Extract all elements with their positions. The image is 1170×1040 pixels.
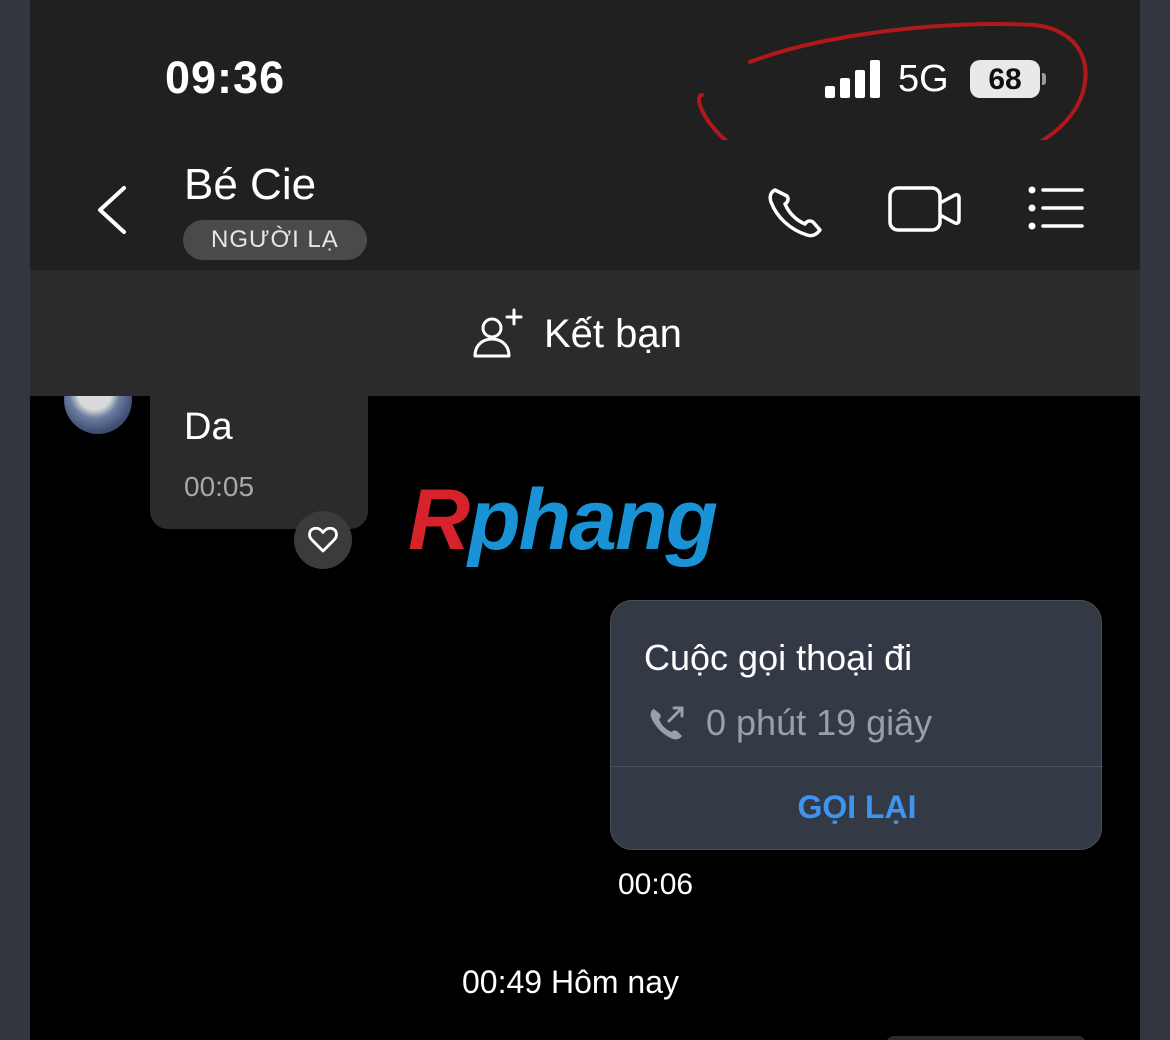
status-time: 09:36 [165,52,286,103]
heart-icon [308,526,338,553]
signal-icon [825,60,885,98]
next-message-bubble[interactable] [886,1036,1086,1040]
call-back-button[interactable]: GỌI LẠI [611,789,1103,826]
network-type: 5G [898,58,949,100]
incoming-message-bubble[interactable]: Da 00:05 [150,396,368,529]
video-camera-icon [888,186,961,232]
divider [611,766,1103,767]
date-separator: 00:49 Hôm nay [462,964,680,1000]
add-person-icon [473,308,523,358]
battery-nub [1042,73,1046,85]
add-friend-button[interactable]: Kết bạn [470,306,682,362]
menu-button[interactable] [1025,183,1095,243]
watermark-logo: Rphang [408,472,718,568]
call-card[interactable]: Cuộc gọi thoại đi 0 phút 19 giây GỌI LẠI [610,600,1103,850]
stranger-badge: NGƯỜI LẠ [183,220,367,260]
menu-list-icon [1028,186,1084,230]
add-friend-bar: Kết bạn [30,270,1140,396]
video-call-button[interactable] [887,183,961,243]
back-icon [98,186,126,234]
call-duration: 0 phút 19 giây [706,702,933,743]
contact-name[interactable]: Bé Cie [184,160,316,210]
back-button[interactable] [88,180,138,240]
chat-header: Bé Cie NGƯỜI LẠ [30,140,1140,270]
phone-screen: 09:36 5G 68 Bé Cie NGƯỜI LẠ Kết bạn Da 0… [30,0,1140,1040]
outgoing-call-icon [650,706,684,740]
message-time: 00:05 [184,471,255,502]
call-title: Cuộc gọi thoại đi [644,637,913,678]
chat-area[interactable]: Da 00:05 Rphang Cuộc gọi thoại đi 0 phút… [30,396,1140,1040]
phone-icon [768,188,822,238]
battery-level: 68 [988,63,1022,96]
call-time: 00:06 [618,868,694,901]
add-friend-label: Kết bạn [544,311,682,356]
voice-call-button[interactable] [763,180,833,240]
status-bar: 09:36 5G 68 [30,0,1140,140]
react-button[interactable] [294,511,352,569]
avatar[interactable] [64,396,132,434]
battery-icon: 68 [970,60,1040,98]
message-text: Da [184,406,233,448]
